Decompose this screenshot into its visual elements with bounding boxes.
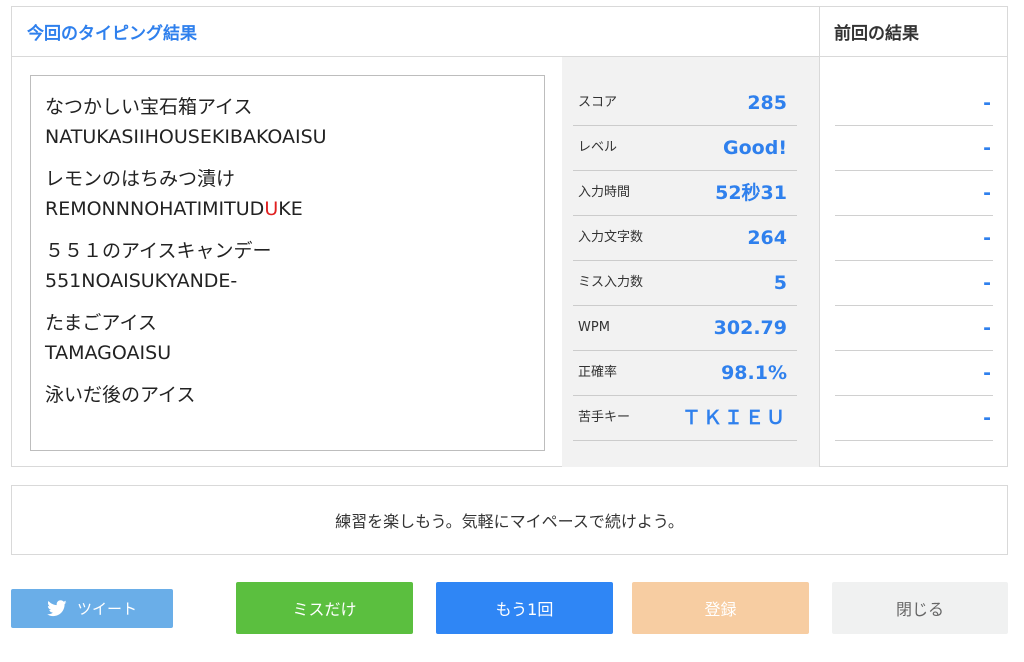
previous-value: - <box>983 272 991 294</box>
word-japanese: たまごアイス <box>45 312 157 334</box>
previous-row: - <box>835 126 993 171</box>
miss-only-button[interactable]: ミスだけ <box>236 582 413 634</box>
previous-row: - <box>835 351 993 396</box>
word-entry: なつかしい宝石箱アイス NATUKASIIHOUSEKIBAKOAISU <box>45 92 544 152</box>
previous-value: - <box>983 182 991 204</box>
romaji-typed: 551NOAISUKYANDE- <box>45 270 238 292</box>
stat-label: 苦手キー <box>578 410 631 425</box>
stat-row-level: レベル Good! <box>573 126 797 171</box>
previous-result-title: 前回の結果 <box>819 7 1008 57</box>
register-button[interactable]: 登録 <box>632 582 809 634</box>
previous-value: - <box>983 362 991 384</box>
stat-label: 入力文字数 <box>578 230 644 245</box>
encouragement-message: 練習を楽しもう。気軽にマイペースで続けよう。 <box>11 485 1008 555</box>
stat-row-char-count: 入力文字数 264 <box>573 216 797 261</box>
previous-row: - <box>835 396 993 441</box>
word-list: なつかしい宝石箱アイス NATUKASIIHOUSEKIBAKOAISU レモン… <box>30 75 545 451</box>
word-entry: レモンのはちみつ漬け REMONNNOHATIMITUDUKE <box>45 164 544 224</box>
tweet-button-label: ツイート <box>76 600 137 618</box>
word-romaji: REMONNNOHATIMITUDUKE <box>45 194 544 224</box>
word-japanese: なつかしい宝石箱アイス <box>45 96 253 118</box>
word-japanese: ５５１のアイスキャンデー <box>45 240 272 262</box>
stat-row-wpm: WPM 302.79 <box>573 306 797 351</box>
romaji-typed: TAMAGOAISU <box>45 342 172 364</box>
stat-value: 52秒31 <box>715 182 787 204</box>
word-japanese: 泳いだ後のアイス <box>45 384 196 406</box>
previous-value: - <box>983 227 991 249</box>
stats-column: スコア 285 レベル Good! 入力時間 52秒31 入力文字数 264 ミ… <box>562 57 819 467</box>
word-romaji: NATUKASIIHOUSEKIBAKOAISU <box>45 122 544 152</box>
close-button[interactable]: 閉じる <box>832 582 1008 634</box>
romaji-error-char: U <box>264 198 279 220</box>
romaji-typed: REMONNNOHATIMITUD <box>45 198 265 220</box>
romaji-rest: KE <box>278 198 303 220</box>
stat-value: ＴＫＩＥＵ <box>681 407 787 429</box>
stat-value: 302.79 <box>713 317 787 339</box>
stat-value: Good! <box>723 137 787 159</box>
previous-row: - <box>835 216 993 261</box>
word-entry: たまごアイス TAMAGOAISU <box>45 308 544 368</box>
word-japanese: レモンのはちみつ漬け <box>45 168 236 190</box>
stat-row-score: スコア 285 <box>573 81 797 126</box>
word-romaji: TAMAGOAISU <box>45 338 544 368</box>
stat-value: 285 <box>747 92 787 114</box>
twitter-bird-icon <box>46 600 67 617</box>
stat-label: 正確率 <box>578 365 618 380</box>
previous-value: - <box>983 92 991 114</box>
previous-row: - <box>835 261 993 306</box>
stat-row-miss-count: ミス入力数 5 <box>573 261 797 306</box>
romaji-typed: NATUKASIIHOUSEKIBAKOAISU <box>45 126 327 148</box>
stat-label: ミス入力数 <box>578 275 644 290</box>
stat-label: WPM <box>578 320 610 335</box>
previous-column: - - - - - - - - <box>819 57 1008 467</box>
previous-row: - <box>835 171 993 216</box>
current-result-title: 今回のタイピング結果 <box>12 7 819 57</box>
stat-value: 98.1% <box>721 362 787 384</box>
result-panel: 今回のタイピング結果 前回の結果 なつかしい宝石箱アイス NATUKASIIHO… <box>11 6 1008 467</box>
word-entry: 泳いだ後のアイス <box>45 380 544 410</box>
stat-label: レベル <box>578 140 618 155</box>
previous-row: - <box>835 306 993 351</box>
word-romaji: 551NOAISUKYANDE- <box>45 266 544 296</box>
previous-value: - <box>983 137 991 159</box>
stat-row-weak-keys: 苦手キー ＴＫＩＥＵ <box>573 396 797 441</box>
stat-row-accuracy: 正確率 98.1% <box>573 351 797 396</box>
stat-label: スコア <box>578 95 618 110</box>
stat-row-time: 入力時間 52秒31 <box>573 171 797 216</box>
previous-value: - <box>983 317 991 339</box>
tweet-button[interactable]: ツイート <box>11 589 173 628</box>
retry-button[interactable]: もう1回 <box>436 582 613 634</box>
stat-label: 入力時間 <box>578 185 631 200</box>
previous-value: - <box>983 407 991 429</box>
stat-value: 264 <box>747 227 787 249</box>
stat-value: 5 <box>773 272 787 294</box>
word-entry: ５５１のアイスキャンデー 551NOAISUKYANDE- <box>45 236 544 296</box>
previous-row: - <box>835 81 993 126</box>
